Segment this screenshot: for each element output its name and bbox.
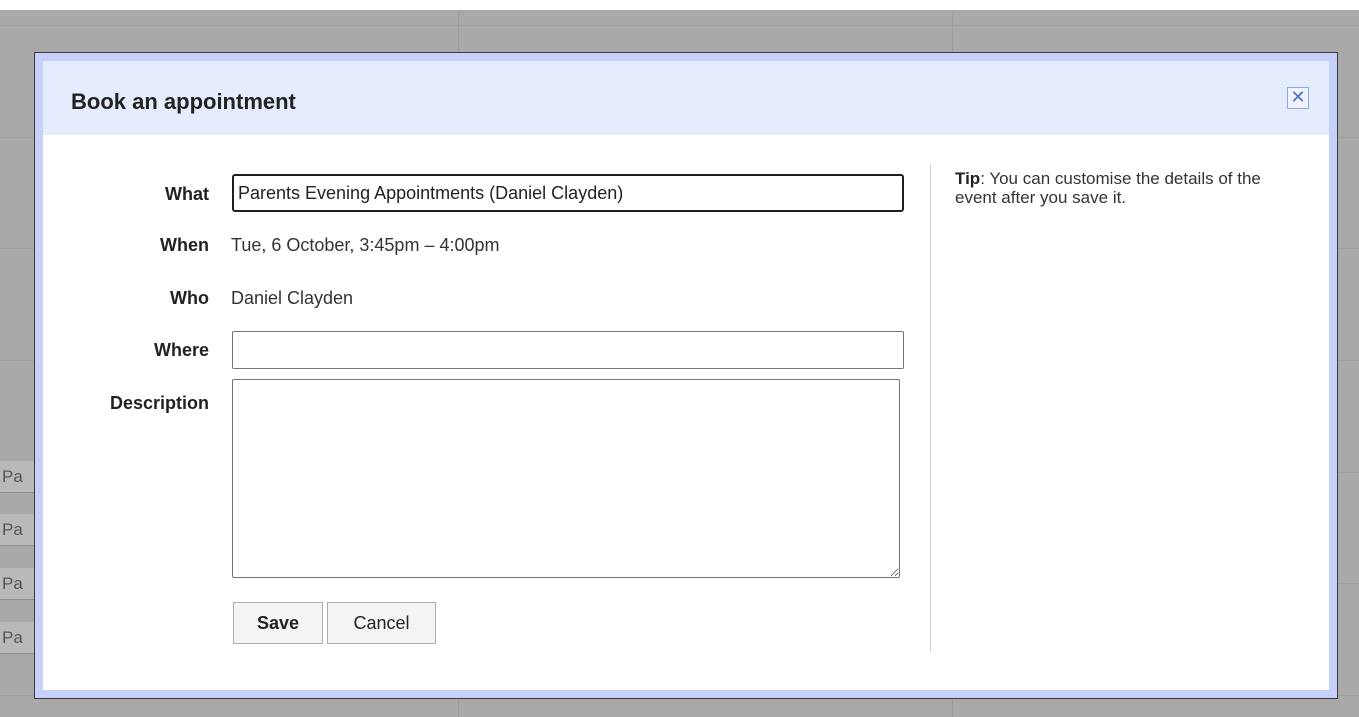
who-label: Who	[170, 288, 209, 308]
book-appointment-dialog: Book an appointment ✕ What When Tue, 6 O…	[34, 52, 1338, 699]
calendar-top-strip	[0, 0, 1359, 10]
dialog-title: Book an appointment	[71, 89, 296, 114]
where-input[interactable]	[232, 331, 904, 369]
tip-label: Tip	[955, 169, 981, 188]
what-input[interactable]	[232, 174, 904, 212]
calendar-grid-line	[0, 25, 1359, 26]
when-value: Tue, 6 October, 3:45pm – 4:00pm	[231, 235, 500, 255]
description-textarea[interactable]	[232, 379, 900, 578]
dialog-frame	[35, 53, 1337, 698]
when-label: When	[160, 235, 209, 255]
calendar-event[interactable]: Pa	[0, 514, 34, 546]
tip-text: Tip: You can customise the details of th…	[955, 169, 1285, 207]
description-label: Description	[109, 393, 209, 413]
what-label: What	[165, 184, 209, 204]
calendar-event[interactable]: Pa	[0, 622, 34, 654]
where-label: Where	[153, 340, 209, 360]
cancel-button[interactable]: Cancel	[327, 602, 436, 644]
tip-body: : You can customise the details of the e…	[955, 169, 1261, 207]
column-divider	[930, 164, 931, 652]
close-icon[interactable]: ✕	[1287, 87, 1309, 109]
calendar-event[interactable]: Pa	[0, 461, 34, 493]
calendar-event[interactable]: Pa	[0, 568, 34, 600]
who-value: Daniel Clayden	[231, 288, 354, 308]
save-button[interactable]: Save	[233, 602, 323, 644]
dialog-header: Book an appointment ✕	[43, 61, 1329, 135]
